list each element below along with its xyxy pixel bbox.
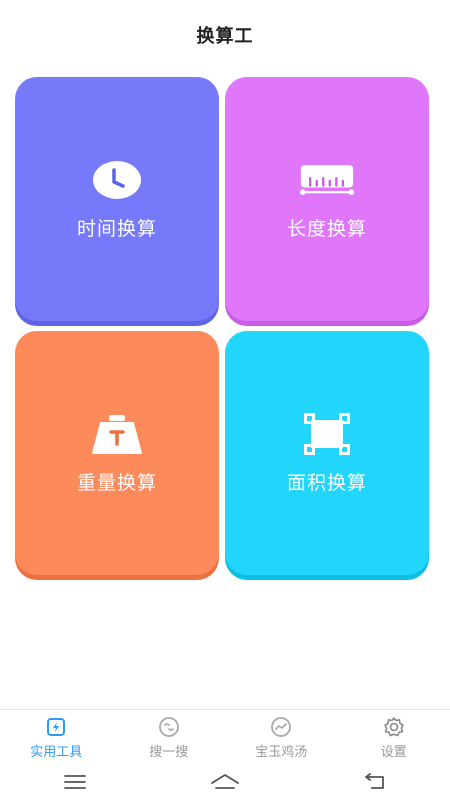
tile-area-conversion[interactable]: 面积换算	[225, 331, 429, 575]
tab-label: 宝玉鸡汤	[255, 744, 308, 760]
back-icon[interactable]	[355, 770, 395, 794]
app-screen: 换算工 时间换算 长度换算 重量换算 面积换算 实用工具 搜一搜 宝玉鸡汤 设置	[0, 0, 450, 800]
tab-search[interactable]: 搜一搜	[113, 710, 226, 764]
tab-label: 实用工具	[30, 744, 83, 760]
page-title: 换算工	[196, 26, 254, 47]
home-icon[interactable]	[205, 770, 245, 794]
tile-time-conversion[interactable]: 时间换算	[15, 77, 219, 321]
tile-weight-conversion[interactable]: 重量换算	[15, 331, 219, 575]
system-nav-bar	[0, 764, 450, 800]
ruler-icon	[299, 158, 355, 202]
tile-label: 面积换算	[286, 471, 367, 494]
tile-length-conversion[interactable]: 长度换算	[225, 77, 429, 321]
header: 换算工	[0, 0, 450, 70]
clock-icon	[89, 158, 145, 202]
bottom-tab-bar: 实用工具 搜一搜 宝玉鸡汤 设置	[0, 709, 450, 764]
search-face-icon	[156, 715, 182, 739]
trend-icon	[268, 715, 294, 739]
tab-label: 搜一搜	[149, 744, 189, 760]
area-icon	[299, 412, 355, 456]
tab-tools[interactable]: 实用工具	[0, 710, 113, 764]
menu-icon[interactable]	[55, 770, 95, 794]
gear-icon	[381, 715, 407, 739]
tile-label: 长度换算	[286, 217, 367, 240]
tab-settings[interactable]: 设置	[338, 710, 450, 764]
tile-label: 重量换算	[76, 471, 157, 494]
tools-icon	[43, 715, 69, 739]
tab-label: 设置	[380, 744, 407, 760]
weight-icon	[89, 412, 145, 456]
tab-soup[interactable]: 宝玉鸡汤	[225, 710, 338, 764]
tile-label: 时间换算	[76, 217, 157, 240]
